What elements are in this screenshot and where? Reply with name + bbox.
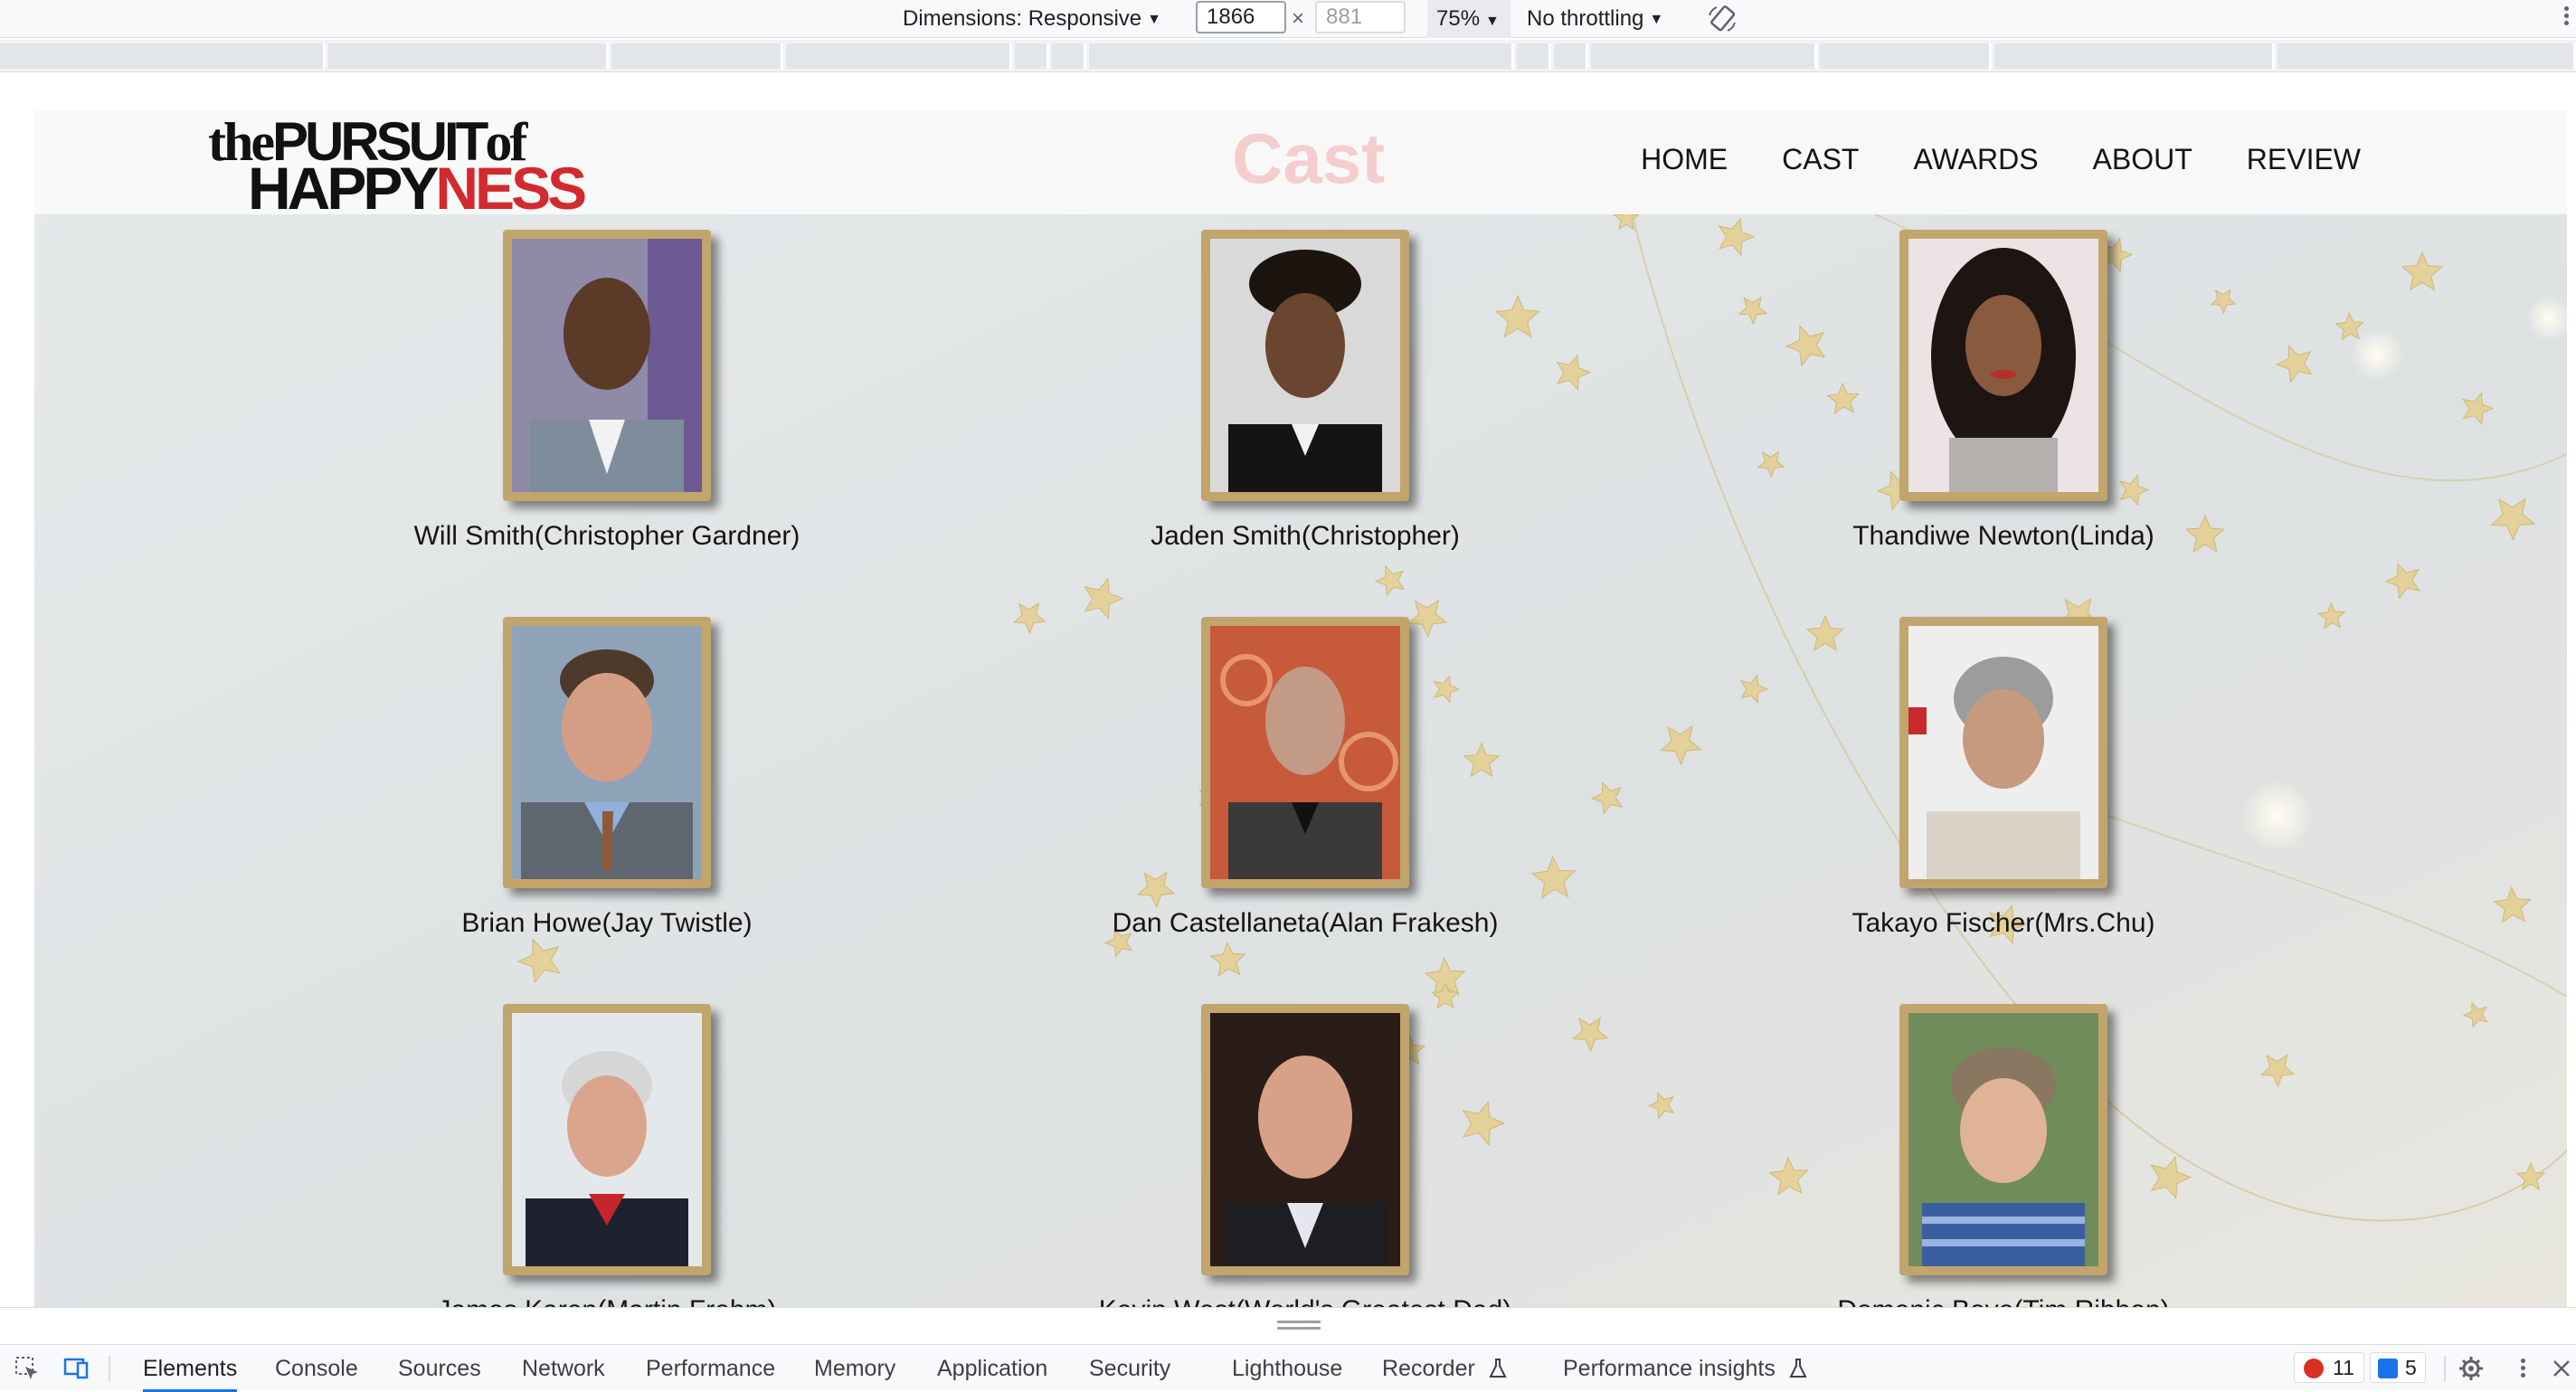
cast-name: Dan Castellaneta(Alan Frakesh): [1112, 908, 1499, 938]
tab-sources[interactable]: Sources: [398, 1345, 481, 1392]
tab-network[interactable]: Network: [522, 1345, 605, 1392]
zoom-dropdown[interactable]: 75% ▼: [1427, 0, 1511, 38]
rotate-icon[interactable]: [1706, 3, 1738, 35]
cast-name: Brian Howe(Jay Twistle): [461, 908, 753, 938]
tab-recorder-label: Recorder: [1382, 1356, 1475, 1381]
logo-happy: HAPPY: [248, 155, 439, 222]
nav-home[interactable]: HOME: [1641, 143, 1728, 176]
cast-name: James Karen(Martin Frohm): [258, 1295, 956, 1307]
drag-handle-icon[interactable]: [1277, 1321, 1321, 1330]
cast-card[interactable]: Brian Howe(Jay Twistle): [258, 617, 956, 939]
zoom-value: 75%: [1436, 6, 1481, 31]
throttling-dropdown[interactable]: No throttling ▼: [1527, 0, 1663, 38]
inspect-element-icon[interactable]: [13, 1354, 42, 1383]
caret-down-icon: ▼: [1649, 12, 1664, 27]
site-header: thePURSUITof HAPPYNESS Cast HOME CAST AW…: [34, 110, 2567, 222]
site-logo[interactable]: thePURSUITof HAPPYNESS: [208, 110, 597, 222]
error-icon: [2304, 1359, 2324, 1378]
tab-performance-insights[interactable]: Performance insights: [1563, 1345, 1807, 1392]
cast-name: Takayo Fischer(Mrs.Chu): [1852, 908, 2155, 938]
tab-performance-insights-label: Performance insights: [1563, 1356, 1776, 1381]
message-icon: [2378, 1359, 2398, 1378]
cast-name: Kevin West(World's Greatest Dad): [956, 1295, 1654, 1307]
media-query-bar[interactable]: [0, 40, 2576, 72]
nav-review[interactable]: REVIEW: [2247, 143, 2361, 176]
cast-card[interactable]: James Karen(Martin Frohm): [258, 1004, 956, 1307]
device-toolbar: Dimensions: Responsive ▼ 1866 × 881 75% ▼ …: [0, 0, 2576, 38]
cast-photo: [1201, 230, 1409, 501]
height-input[interactable]: 881: [1315, 1, 1406, 33]
nav-about[interactable]: ABOUT: [2093, 143, 2192, 176]
main-nav: HOME CAST AWARDS ABOUT REVIEW: [1586, 143, 2361, 176]
cast-card[interactable]: Will Smith(Christopher Gardner): [258, 230, 956, 552]
cast-name: Will Smith(Christopher Gardner): [413, 521, 800, 551]
cast-photo: [1899, 1004, 2107, 1275]
cast-photo: [503, 230, 711, 501]
cast-photo: [1201, 617, 1409, 888]
dimensions-label: Dimensions: Responsive: [903, 6, 1142, 31]
device-toggle-icon[interactable]: [62, 1354, 90, 1383]
nav-cast[interactable]: CAST: [1782, 143, 1859, 176]
cast-photo: [503, 1004, 711, 1275]
cast-photo: [1899, 230, 2107, 501]
cast-photo: [503, 617, 711, 888]
logo-ness: NESS: [435, 155, 587, 222]
cast-card[interactable]: Kevin West(World's Greatest Dad): [956, 1004, 1654, 1307]
close-icon[interactable]: [2551, 1354, 2572, 1383]
messages-badge[interactable]: 5: [2370, 1352, 2426, 1383]
cast-card[interactable]: Takayo Fischer(Mrs.Chu): [1654, 617, 2353, 939]
cast-card[interactable]: Domenic Bove(Tim Ribbon): [1654, 1004, 2353, 1307]
width-input[interactable]: 1866: [1196, 1, 1286, 33]
cast-name: Thandiwe Newton(Linda): [1852, 521, 2155, 551]
devtools-tab-bar: Elements Console Sources Network Perform…: [0, 1344, 2576, 1392]
errors-badge[interactable]: 11: [2294, 1352, 2364, 1383]
tab-application[interactable]: Application: [937, 1345, 1047, 1392]
tab-lighthouse[interactable]: Lighthouse: [1232, 1345, 1342, 1392]
page-title: Cast: [1232, 118, 1386, 198]
viewport-resize-handle[interactable]: [0, 1307, 2576, 1343]
experiment-flask-icon: [1789, 1359, 1807, 1378]
tab-console[interactable]: Console: [275, 1345, 358, 1392]
page-viewport: thePURSUITof HAPPYNESS Cast HOME CAST AW…: [34, 110, 2567, 1307]
experiment-flask-icon: [1489, 1359, 1507, 1378]
tab-memory[interactable]: Memory: [814, 1345, 895, 1392]
caret-down-icon: ▼: [1147, 12, 1161, 27]
tab-elements[interactable]: Elements: [143, 1345, 238, 1392]
logo-line-2: HAPPYNESS: [248, 154, 587, 223]
cast-photo: [1201, 1004, 1409, 1275]
cast-card[interactable]: Jaden Smith(Christopher): [956, 230, 1654, 552]
cast-card[interactable]: Thandiwe Newton(Linda): [1654, 230, 2353, 552]
tab-recorder[interactable]: Recorder: [1382, 1345, 1507, 1392]
more-options-icon[interactable]: [2518, 1356, 2527, 1383]
nav-awards[interactable]: AWARDS: [1913, 143, 2038, 176]
caret-down-icon: ▼: [1485, 14, 1500, 29]
cast-card[interactable]: Dan Castellaneta(Alan Frakesh): [956, 617, 1654, 939]
times-sign: ×: [1292, 6, 1305, 31]
settings-gear-icon[interactable]: [2457, 1354, 2486, 1383]
cast-name: Jaden Smith(Christopher): [1151, 521, 1460, 551]
cast-name: Domenic Bove(Tim Ribbon): [1654, 1295, 2353, 1307]
dimensions-dropdown[interactable]: Dimensions: Responsive ▼: [903, 0, 1161, 38]
errors-count: 11: [2333, 1356, 2354, 1379]
throttling-label: No throttling: [1527, 6, 1644, 31]
cast-photo: [1899, 617, 2107, 888]
tab-security[interactable]: Security: [1089, 1345, 1170, 1392]
messages-count: 5: [2405, 1356, 2417, 1379]
more-options-icon[interactable]: [2562, 4, 2571, 33]
tab-performance[interactable]: Performance: [646, 1345, 775, 1392]
